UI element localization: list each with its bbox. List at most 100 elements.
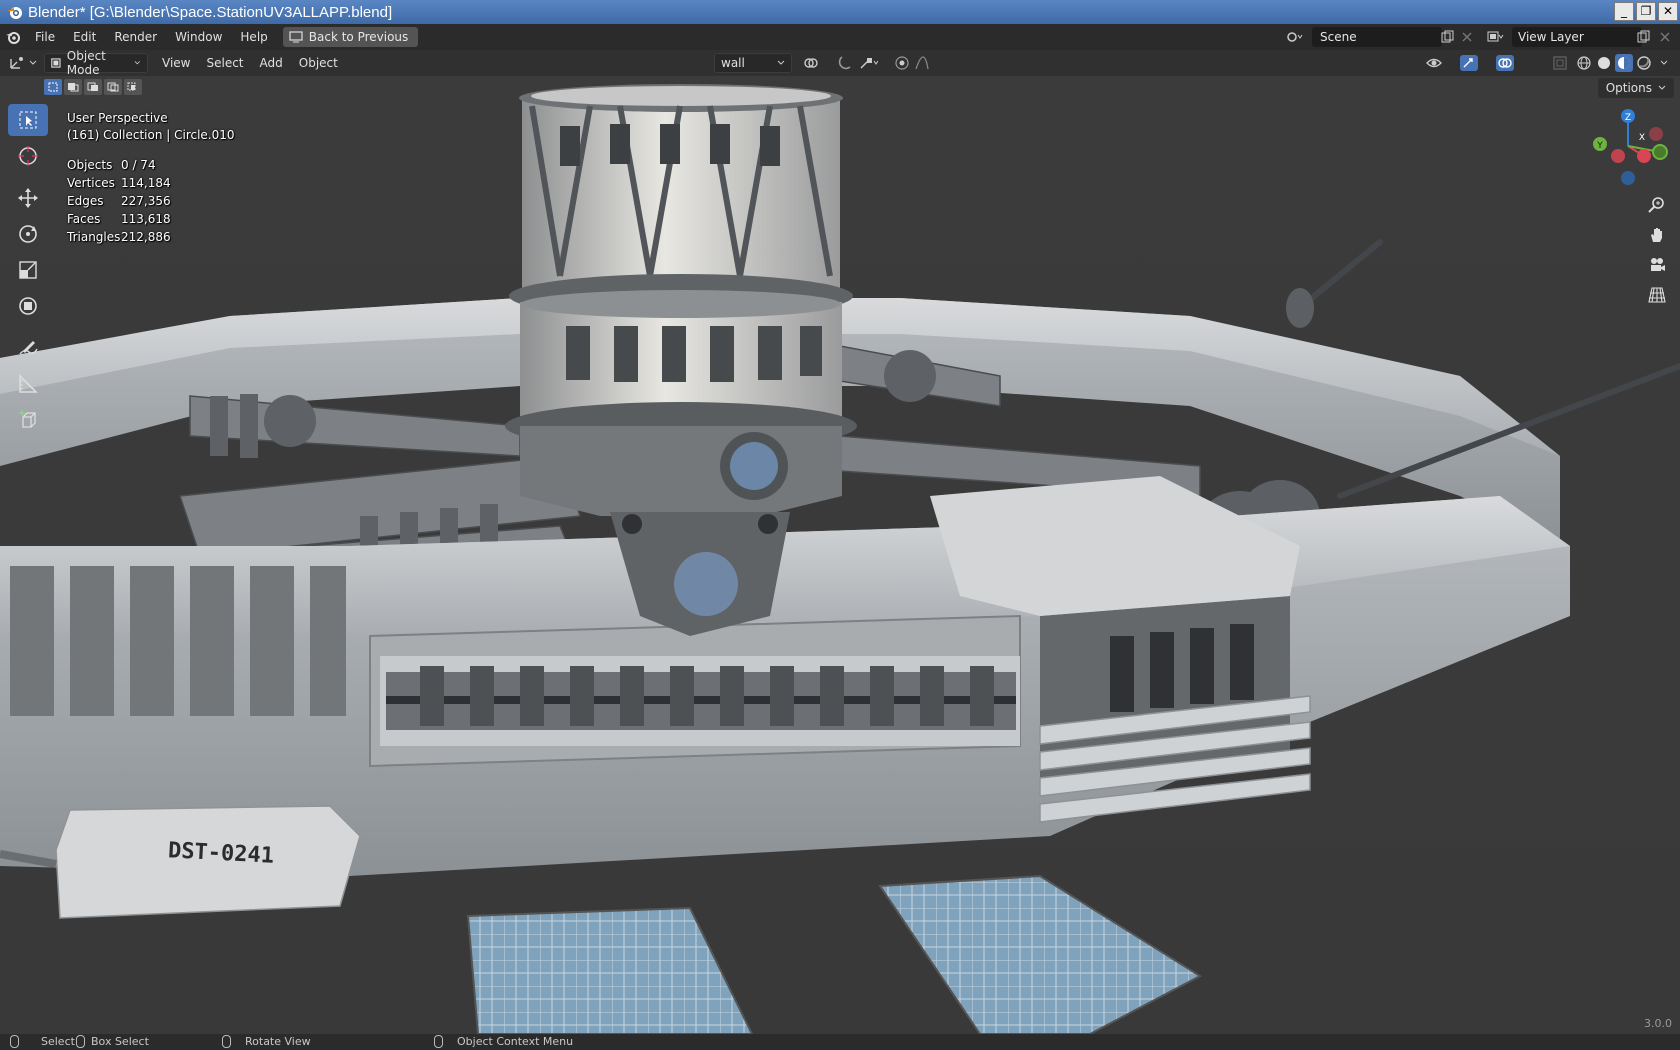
view-layer-name: View Layer xyxy=(1518,30,1584,44)
falloff-icon[interactable] xyxy=(914,54,934,72)
zoom-icon xyxy=(1648,197,1664,213)
toggle-perspective-button[interactable] xyxy=(1643,281,1671,309)
stat-label: Faces xyxy=(67,212,101,226)
minimize-button[interactable]: _ xyxy=(1614,2,1634,21)
scene-new-icon[interactable] xyxy=(1436,27,1458,47)
scale-tool[interactable] xyxy=(8,254,48,286)
object-menu[interactable]: Object xyxy=(291,50,346,76)
chevron-down-icon xyxy=(777,60,785,65)
perspective-label: User Perspective xyxy=(67,111,168,125)
status-select-label: Select xyxy=(41,1035,75,1048)
select-menu[interactable]: Select xyxy=(198,50,251,76)
snap-icon[interactable] xyxy=(836,54,856,72)
menu-render[interactable]: Render xyxy=(105,24,166,50)
camera-view-button[interactable] xyxy=(1643,251,1671,279)
measure-tool[interactable] xyxy=(8,368,48,400)
material-slot-dropdown[interactable]: wall xyxy=(714,53,792,73)
status-select: Select xyxy=(10,1035,75,1048)
add-cube-icon xyxy=(19,410,36,428)
stat-row: Edges 227,356 xyxy=(67,192,171,210)
xray-toggle-icon[interactable] xyxy=(1550,54,1570,72)
view-layer-delete-icon[interactable] xyxy=(1654,27,1676,47)
select-invert-icon[interactable] xyxy=(104,79,122,95)
viewport-info: User Perspective (161) Collection | Circ… xyxy=(67,110,235,144)
scene-name-field[interactable]: Scene xyxy=(1312,27,1442,47)
solid-shading-icon[interactable] xyxy=(1594,54,1614,72)
grid-icon xyxy=(1648,287,1666,303)
select-extend-icon[interactable] xyxy=(64,79,82,95)
status-rotate: Rotate View xyxy=(222,1035,311,1048)
stat-label: Vertices xyxy=(67,176,115,190)
close-button[interactable]: ✕ xyxy=(1658,2,1678,21)
rendered-shading-icon[interactable] xyxy=(1634,54,1654,72)
shading-options-chevron-icon[interactable] xyxy=(1654,54,1674,72)
material-preview-shading-icon[interactable] xyxy=(1614,54,1634,72)
select-subtract-icon[interactable] xyxy=(84,79,102,95)
stat-label: Triangles xyxy=(67,230,121,244)
collection-info: (161) Collection | Circle.010 xyxy=(67,128,235,142)
scene-name: Scene xyxy=(1320,30,1357,44)
view-menu[interactable]: View xyxy=(154,50,198,76)
transform-icon xyxy=(19,297,37,315)
version-label: 3.0.0 xyxy=(1644,1017,1672,1030)
visibility-eye-icon[interactable] xyxy=(1426,54,1446,72)
stat-row: Vertices 114,184 xyxy=(67,174,171,192)
view-layer-field[interactable]: View Layer xyxy=(1512,27,1642,47)
ruler-icon xyxy=(19,374,38,393)
scene-browse-icon[interactable] xyxy=(1284,27,1306,47)
3d-viewport[interactable]: DST-0241 User Perspective (161) Collecti… xyxy=(0,76,1680,1034)
mouse-left-icon xyxy=(10,1035,19,1048)
crosshair-cursor-icon xyxy=(18,146,38,166)
navigation-gizmo[interactable]: Z Y X xyxy=(1588,106,1668,186)
rotate-tool[interactable] xyxy=(8,218,48,250)
proportional-edit-icon[interactable] xyxy=(892,54,912,72)
cursor-tool[interactable] xyxy=(8,140,48,172)
maximize-button[interactable]: ❐ xyxy=(1636,2,1656,21)
menu-window[interactable]: Window xyxy=(166,24,231,50)
back-to-previous-button[interactable]: Back to Previous xyxy=(282,27,419,47)
pan-view-button[interactable] xyxy=(1643,221,1671,249)
overlays-toggle-icon[interactable] xyxy=(1496,54,1516,72)
view-layer-new-icon[interactable] xyxy=(1632,27,1654,47)
annotate-tool[interactable] xyxy=(8,332,48,364)
cursor-arrow-icon xyxy=(19,111,37,129)
stat-value: 113,618 xyxy=(121,212,171,226)
add-cube-tool[interactable] xyxy=(8,404,48,436)
add-menu[interactable]: Add xyxy=(252,50,291,76)
transform-pivot-icon[interactable] xyxy=(802,54,822,72)
rotate-icon xyxy=(19,225,37,243)
blender-menu-icon[interactable] xyxy=(0,24,26,50)
camera-icon xyxy=(1651,258,1665,271)
chevron-down-icon xyxy=(1658,85,1666,90)
menu-file[interactable]: File xyxy=(26,24,64,50)
options-dropdown[interactable]: Options xyxy=(1597,78,1674,98)
select-box-tool[interactable] xyxy=(8,104,48,136)
space-station-render xyxy=(0,76,1680,1034)
status-bar: Select Box Select Rotate View Object Con… xyxy=(0,1034,1680,1050)
stat-row: Faces 113,618 xyxy=(67,210,171,228)
transform-tool[interactable] xyxy=(8,290,48,322)
stat-label: Objects xyxy=(67,158,113,172)
view-layer-browse-icon[interactable] xyxy=(1484,27,1506,47)
menu-edit[interactable]: Edit xyxy=(64,24,105,50)
gizmo-z-label: Z xyxy=(1625,113,1631,123)
gizmo-toggle-icon[interactable] xyxy=(1460,54,1480,72)
editor-type-icon[interactable] xyxy=(0,55,44,71)
object-mode-dropdown[interactable]: Object Mode xyxy=(44,49,148,77)
central-tower xyxy=(505,84,857,516)
gizmo-y-label: Y xyxy=(1596,141,1603,151)
status-context-menu: Object Context Menu xyxy=(434,1035,573,1048)
select-intersect-icon[interactable] xyxy=(124,79,142,95)
move-tool[interactable] xyxy=(8,182,48,214)
snap-target-icon[interactable] xyxy=(858,54,878,72)
mouse-middle-icon xyxy=(222,1035,231,1048)
object-mode-icon xyxy=(51,58,61,68)
stat-value: 212,886 xyxy=(121,230,171,244)
menu-help[interactable]: Help xyxy=(231,24,276,50)
wireframe-shading-icon[interactable] xyxy=(1574,54,1594,72)
scene-delete-icon[interactable] xyxy=(1456,27,1478,47)
select-new-icon[interactable] xyxy=(44,79,62,95)
window-titlebar[interactable]: Blender* [G:\Blender\Space.StationUV3ALL… xyxy=(0,0,1680,24)
zoom-view-button[interactable] xyxy=(1643,191,1671,219)
object-mode-label: Object Mode xyxy=(66,49,106,77)
